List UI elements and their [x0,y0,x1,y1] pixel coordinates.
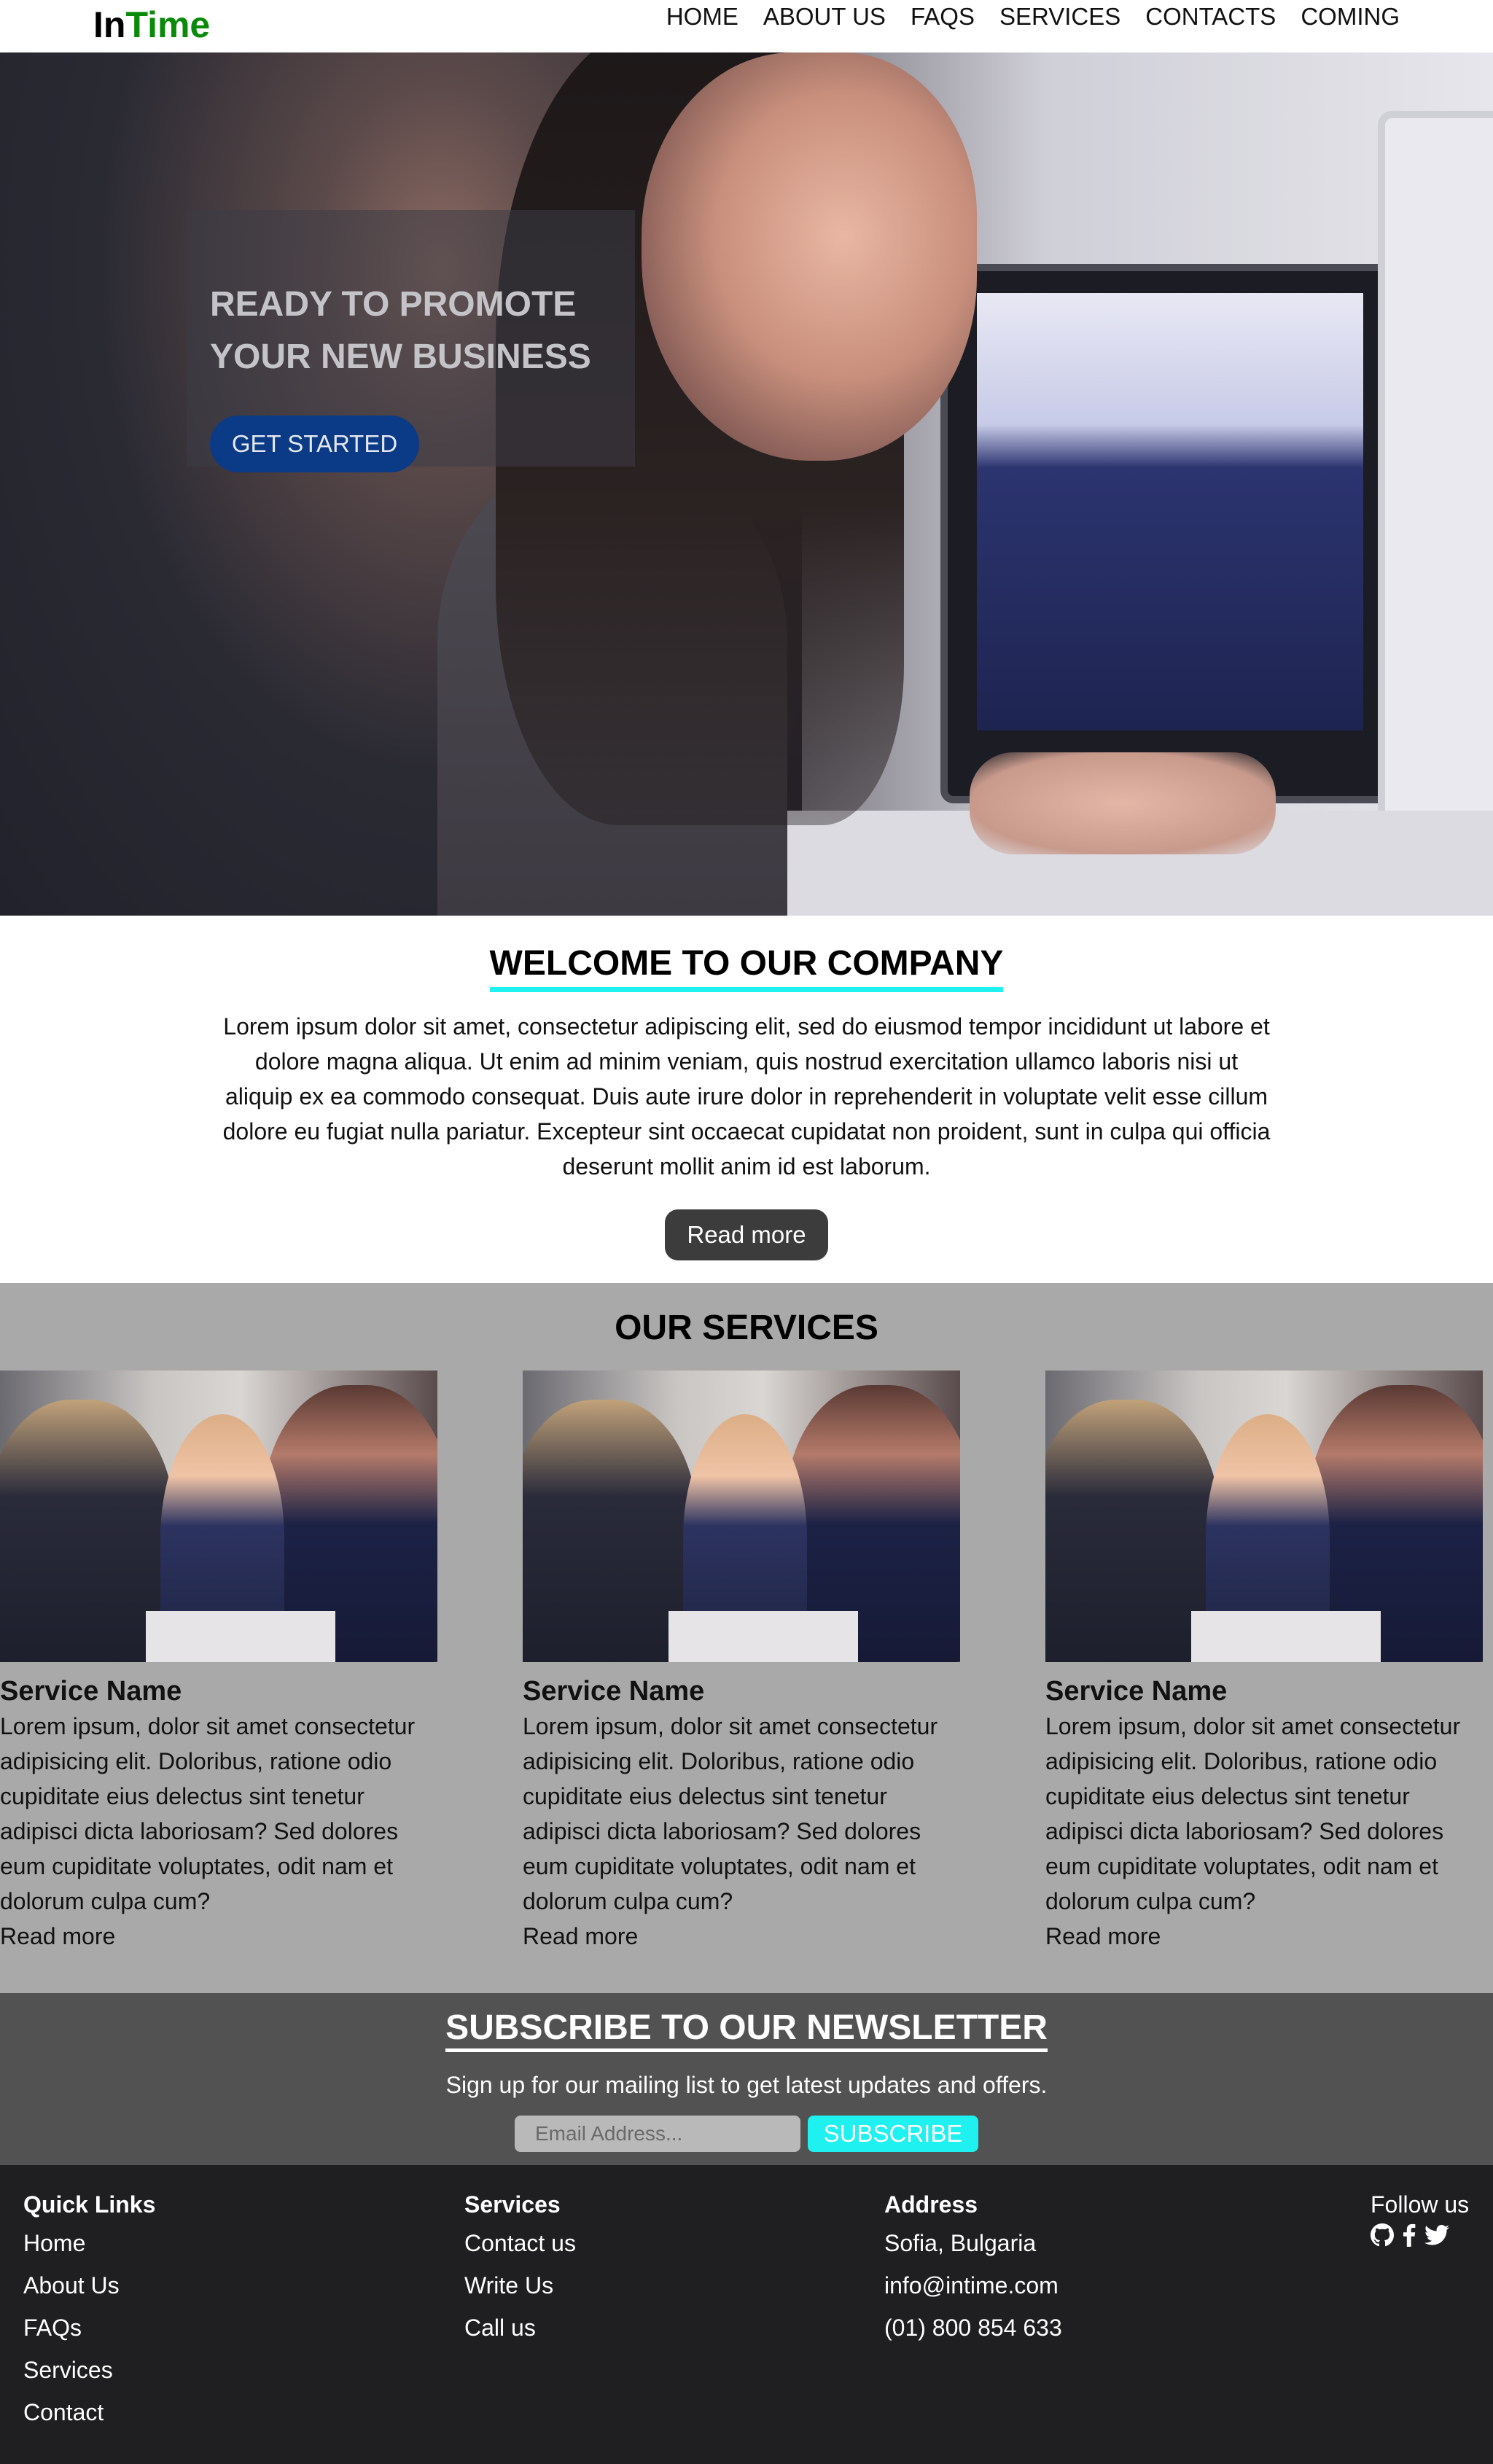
service-card: Service Name Lorem ipsum, dolor sit amet… [0,1371,437,1954]
welcome-text: Lorem ipsum dolor sit amet, consectetur … [222,1013,1271,1180]
service-card: Service Name Lorem ipsum, dolor sit amet… [523,1371,960,1954]
nav-home[interactable]: HOME [666,0,738,34]
footer-link-home[interactable]: Home [23,2222,155,2264]
newsletter-title: SUBSCRIBE TO OUR NEWSLETTER [0,2005,1493,2052]
address-city: Sofia, Bulgaria [884,2230,1037,2256]
service-image [0,1371,437,1662]
hero-photo-monitor [940,264,1407,803]
subscribe-button[interactable]: SUBSCRIBE [808,2116,978,2152]
service-image [523,1371,960,1662]
services-title: OUR SERVICES [615,1309,878,1347]
footer-link-faqs[interactable]: FAQs [23,2307,155,2349]
service-name: Service Name [523,1676,705,1707]
nav-services[interactable]: SERVICES [999,0,1120,34]
follow-us-label: Follow us [1371,2191,1470,2218]
get-started-button[interactable]: GET STARTED [210,416,419,472]
newsletter-subtitle: Sign up for our mailing list to get late… [445,2072,1048,2098]
address-phone: (01) 800 854 633 [884,2315,1062,2341]
service-description: Lorem ipsum, dolor sit amet consectetur … [523,1713,938,1914]
github-icon[interactable] [1371,2223,1394,2247]
service-read-more-link[interactable]: Read more [0,1919,437,1954]
nav-contacts[interactable]: CONTACTS [1145,0,1276,34]
service-read-more-link[interactable]: Read more [523,1919,960,1954]
footer-services: Services Contact us Write Us Call us [464,2187,576,2349]
hero-banner [0,52,1493,916]
footer-link-contact[interactable]: Contact [23,2391,155,2433]
service-read-more-link[interactable]: Read more [1045,1919,1483,1954]
service-description: Lorem ipsum, dolor sit amet consectetur … [1045,1713,1461,1914]
logo-in: In [93,4,126,45]
hero-photo-monitor-right [1378,111,1493,840]
logo-time: Time [125,4,211,45]
service-card: Service Name Lorem ipsum, dolor sit amet… [1045,1371,1483,1954]
footer-link-contact-us[interactable]: Contact us [464,2222,576,2264]
service-description: Lorem ipsum, dolor sit amet consectetur … [0,1713,416,1914]
footer-heading: Services [464,2191,561,2218]
logo[interactable]: InTime [93,1,210,48]
footer-quick-links: Quick Links Home About Us FAQs Services … [23,2187,155,2433]
services-section: OUR SERVICES Service Name Lorem ipsum, d… [0,1283,1493,1993]
nav-faqs[interactable]: FAQS [911,0,975,34]
footer-address: Address Sofia, Bulgaria info@intime.com … [884,2187,1062,2349]
hero-title-line2: YOUR NEW BUSINESS [210,338,591,376]
site-header: InTime HOME ABOUT US FAQS SERVICES CONTA… [0,0,1493,52]
facebook-icon[interactable] [1403,2223,1416,2247]
main-nav: HOME ABOUT US FAQS SERVICES CONTACTS COM… [666,0,1400,34]
nav-about-us[interactable]: ABOUT US [763,0,886,34]
hero-title: READY TO PROMOTE YOUR NEW BUSINESS [210,278,618,383]
footer-link-call-us[interactable]: Call us [464,2307,576,2349]
twitter-icon[interactable] [1424,2224,1449,2246]
site-footer: Quick Links Home About Us FAQs Services … [0,2165,1493,2464]
footer-heading: Address [884,2191,978,2218]
hero-photo-face [642,52,977,461]
footer-heading: Quick Links [23,2191,156,2218]
service-name: Service Name [1045,1676,1228,1707]
service-name: Service Name [0,1676,182,1707]
footer-link-services[interactable]: Services [23,2349,155,2391]
nav-coming[interactable]: COMING [1301,0,1400,34]
address-email[interactable]: info@intime.com [884,2264,1062,2307]
read-more-button[interactable]: Read more [665,1209,828,1260]
email-input[interactable]: Email Address... [515,2116,800,2152]
footer-link-about-us[interactable]: About Us [23,2264,155,2307]
social-icons [1371,2223,1449,2247]
hero-photo-hands [970,752,1276,854]
service-image [1045,1371,1483,1662]
footer-link-write-us[interactable]: Write Us [464,2264,576,2307]
welcome-title: WELCOME TO OUR COMPANY [0,940,1493,992]
newsletter-section: SUBSCRIBE TO OUR NEWSLETTER Sign up for … [0,1993,1493,2165]
hero-title-line1: READY TO PROMOTE [210,285,577,324]
